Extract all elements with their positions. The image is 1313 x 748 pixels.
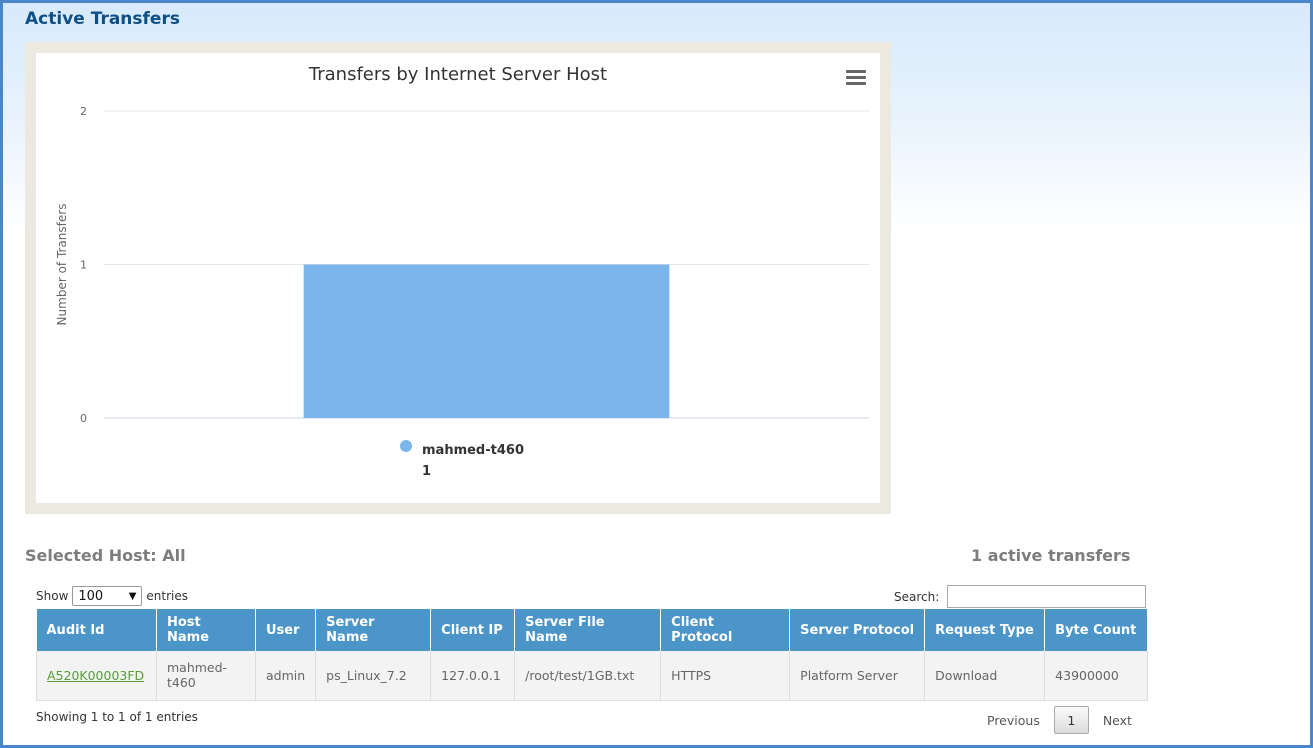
bar-mahmed-t460[interactable] bbox=[303, 264, 670, 419]
search-control: Search: bbox=[894, 585, 1147, 608]
cell-audit-id: A520K00003FD bbox=[36, 651, 157, 701]
show-label: Show bbox=[36, 589, 69, 603]
table-header-row: Audit Id Host Name User Server Name Clie… bbox=[36, 609, 1148, 651]
triangle-down-icon: ▼ bbox=[128, 590, 137, 602]
legend-item-value: 1 bbox=[422, 464, 431, 479]
legend-marker[interactable] bbox=[400, 440, 412, 452]
page-button-1[interactable]: 1 bbox=[1053, 706, 1089, 734]
column-header-client-ip[interactable]: Client IP bbox=[430, 609, 516, 651]
chart-panel: Transfers by Internet Server Host Number… bbox=[25, 42, 891, 514]
column-header-user[interactable]: User bbox=[255, 609, 317, 651]
active-transfers-count: 1 active transfers bbox=[971, 546, 1131, 565]
cell-server-name: ps_Linux_7.2 bbox=[315, 651, 432, 701]
column-header-client-protocol[interactable]: Client Protocol bbox=[660, 609, 791, 651]
bar-chart: Transfers by Internet Server Host Number… bbox=[55, 64, 869, 479]
cell-host-name: mahmed-t460 bbox=[156, 651, 256, 701]
selected-host-label: Selected Host: All bbox=[25, 546, 186, 565]
chart-menu-icon[interactable] bbox=[846, 70, 866, 88]
chart-title: Transfers by Internet Server Host bbox=[308, 64, 607, 85]
previous-button[interactable]: Previous bbox=[987, 713, 1040, 728]
cell-server-file-name: /root/test/1GB.txt bbox=[514, 651, 662, 701]
column-header-byte-count[interactable]: Byte Count bbox=[1044, 609, 1148, 651]
table-row: A520K00003FD mahmed-t460 admin ps_Linux_… bbox=[36, 651, 1148, 701]
pagination: Previous 1 Next bbox=[987, 706, 1132, 734]
page-title: Active Transfers bbox=[25, 9, 180, 29]
entries-select-value: 100 bbox=[78, 588, 104, 604]
column-header-server-protocol[interactable]: Server Protocol bbox=[789, 609, 926, 651]
column-header-server-name[interactable]: Server Name bbox=[315, 609, 432, 651]
cell-user: admin bbox=[255, 651, 317, 701]
show-entries-control: Show 100 ▼ entries bbox=[36, 586, 188, 606]
cell-client-protocol: HTTPS bbox=[660, 651, 791, 701]
search-input[interactable] bbox=[947, 585, 1147, 608]
legend-item-name[interactable]: mahmed-t460 bbox=[422, 443, 524, 458]
app-frame: Active Transfers Transfers by Internet S… bbox=[0, 0, 1313, 748]
column-header-request-type[interactable]: Request Type bbox=[924, 609, 1046, 651]
cell-byte-count: 43900000 bbox=[1044, 651, 1148, 701]
cell-client-ip: 127.0.0.1 bbox=[430, 651, 516, 701]
search-label: Search: bbox=[894, 589, 940, 604]
chart-container: Transfers by Internet Server Host Number… bbox=[36, 53, 880, 503]
y-tick-label: 2 bbox=[80, 105, 87, 118]
showing-info: Showing 1 to 1 of 1 entries bbox=[36, 710, 198, 724]
column-header-host-name[interactable]: Host Name bbox=[156, 609, 256, 651]
y-tick-label: 0 bbox=[80, 412, 87, 425]
entries-select[interactable]: 100 ▼ bbox=[72, 586, 143, 606]
cell-server-protocol: Platform Server bbox=[789, 651, 926, 701]
cell-request-type: Download bbox=[924, 651, 1046, 701]
entries-label: entries bbox=[146, 589, 188, 603]
transfers-table: Audit Id Host Name User Server Name Clie… bbox=[36, 609, 1148, 701]
y-tick-label: 1 bbox=[80, 259, 87, 272]
column-header-audit-id[interactable]: Audit Id bbox=[36, 609, 157, 651]
y-axis-label: Number of Transfers bbox=[55, 204, 69, 326]
next-button[interactable]: Next bbox=[1103, 713, 1132, 728]
audit-id-link[interactable]: A520K00003FD bbox=[47, 668, 144, 683]
column-header-server-file-name[interactable]: Server File Name bbox=[514, 609, 662, 651]
